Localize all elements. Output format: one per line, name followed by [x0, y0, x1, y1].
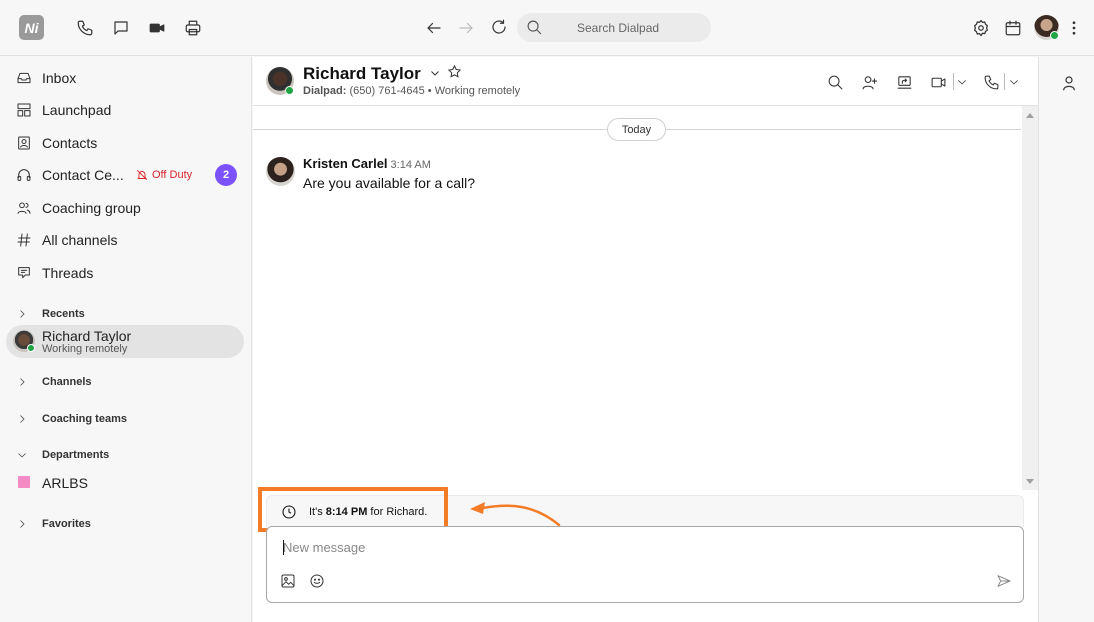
section-coaching-teams[interactable]: Coaching teams [16, 410, 127, 428]
screen-share-icon[interactable] [893, 71, 915, 93]
chevron-down-icon [18, 453, 26, 458]
phone-call-icon[interactable] [980, 71, 1002, 93]
department-color-swatch [18, 476, 30, 488]
emoji-icon[interactable] [308, 572, 326, 590]
gear-icon[interactable] [969, 16, 993, 40]
right-rail [1038, 57, 1094, 622]
section-favorites[interactable]: Favorites [16, 515, 91, 533]
presence-indicator [1050, 31, 1059, 40]
image-icon[interactable] [279, 572, 297, 590]
unread-badge: 2 [215, 164, 237, 186]
inbox-icon [17, 72, 31, 84]
avatar [13, 330, 35, 352]
phone-icon[interactable] [73, 16, 97, 40]
forward-arrow-icon[interactable] [454, 16, 478, 40]
headset-icon [17, 169, 31, 181]
presence-indicator [285, 86, 294, 95]
chevron-right-icon [20, 520, 25, 528]
search-icon [527, 20, 542, 35]
profile-icon[interactable] [1057, 71, 1081, 95]
bell-off-icon [137, 170, 147, 180]
chevron-down-icon[interactable] [429, 67, 441, 79]
message-input[interactable]: New message [283, 540, 365, 555]
sidebar-item-launchpad[interactable]: Launchpad [16, 99, 244, 121]
sidebar-item-contacts[interactable]: Contacts [16, 132, 244, 154]
video-icon[interactable] [145, 16, 169, 40]
message-text: Are you available for a call? [303, 175, 475, 191]
back-arrow-icon[interactable] [422, 16, 446, 40]
chevron-right-icon [20, 310, 25, 318]
sidebar-item-coaching-group[interactable]: Coaching group [16, 197, 244, 219]
top-bar: Ni Search Dialpad [0, 0, 1094, 56]
message-author[interactable]: Kristen Carlel [303, 156, 388, 171]
sidebar: Inbox Launchpad Contacts Contact Ce... O… [0, 57, 252, 622]
sidebar-item-contact-center[interactable]: Contact Ce... Off Duty 2 [16, 164, 244, 186]
annotation-arrow-icon [470, 502, 561, 527]
video-call-icon[interactable] [927, 71, 949, 93]
user-avatar[interactable] [1034, 15, 1059, 40]
presence-indicator [27, 344, 35, 352]
sidebar-item-threads[interactable]: Threads [16, 262, 244, 284]
contact-name[interactable]: Richard Taylor [303, 64, 462, 84]
search-icon[interactable] [824, 71, 846, 93]
message-time: 3:14 AM [390, 159, 431, 171]
conversation-header: Richard Taylor Dialpad: (650) 761-4645 •… [253, 57, 1038, 106]
message-icon[interactable] [109, 16, 133, 40]
off-duty-status[interactable]: Off Duty [136, 169, 192, 181]
print-icon[interactable] [181, 16, 205, 40]
refresh-icon[interactable] [487, 15, 511, 39]
scrollbar[interactable] [1022, 106, 1038, 490]
star-icon[interactable] [447, 64, 462, 79]
message-header: Kristen Carlel 3:14 AM [303, 156, 431, 171]
scroll-up-arrow-icon[interactable] [1026, 113, 1034, 118]
add-user-icon[interactable] [858, 71, 880, 93]
scroll-down-arrow-icon[interactable] [1026, 479, 1034, 484]
conversation-panel: Richard Taylor Dialpad: (650) 761-4645 •… [253, 57, 1038, 622]
message-composer[interactable]: New message [266, 526, 1024, 603]
section-departments[interactable]: Departments [16, 446, 109, 464]
chevron-right-icon [20, 415, 25, 423]
recent-contact-richard-taylor[interactable]: Richard Taylor Working remotely [6, 325, 244, 358]
section-channels[interactable]: Channels [16, 373, 92, 391]
users-icon [17, 202, 31, 214]
search-placeholder: Search Dialpad [577, 21, 660, 35]
threads-icon [18, 267, 30, 279]
department-arlbs[interactable]: ARLBS [42, 475, 88, 491]
contacts-icon [18, 136, 30, 150]
chevron-down-icon[interactable] [1003, 71, 1025, 93]
launchpad-icon [17, 103, 31, 117]
chevron-right-icon [20, 378, 25, 386]
contact-subtitle: Dialpad: (650) 761-4645 • Working remote… [303, 85, 521, 97]
section-recents[interactable]: Recents [16, 305, 85, 323]
search-input[interactable]: Search Dialpad [517, 13, 711, 42]
sidebar-item-all-channels[interactable]: All channels [16, 229, 244, 251]
more-vertical-icon[interactable] [1062, 16, 1086, 40]
send-icon[interactable] [995, 572, 1013, 590]
app-logo[interactable]: Ni [19, 15, 44, 40]
sidebar-item-inbox[interactable]: Inbox [16, 67, 244, 89]
date-divider: Today [607, 118, 666, 141]
message-avatar[interactable] [266, 157, 295, 186]
contact-avatar[interactable] [266, 67, 294, 95]
hash-icon [17, 233, 31, 247]
chevron-down-icon[interactable] [951, 71, 973, 93]
calendar-icon[interactable] [1001, 16, 1025, 40]
